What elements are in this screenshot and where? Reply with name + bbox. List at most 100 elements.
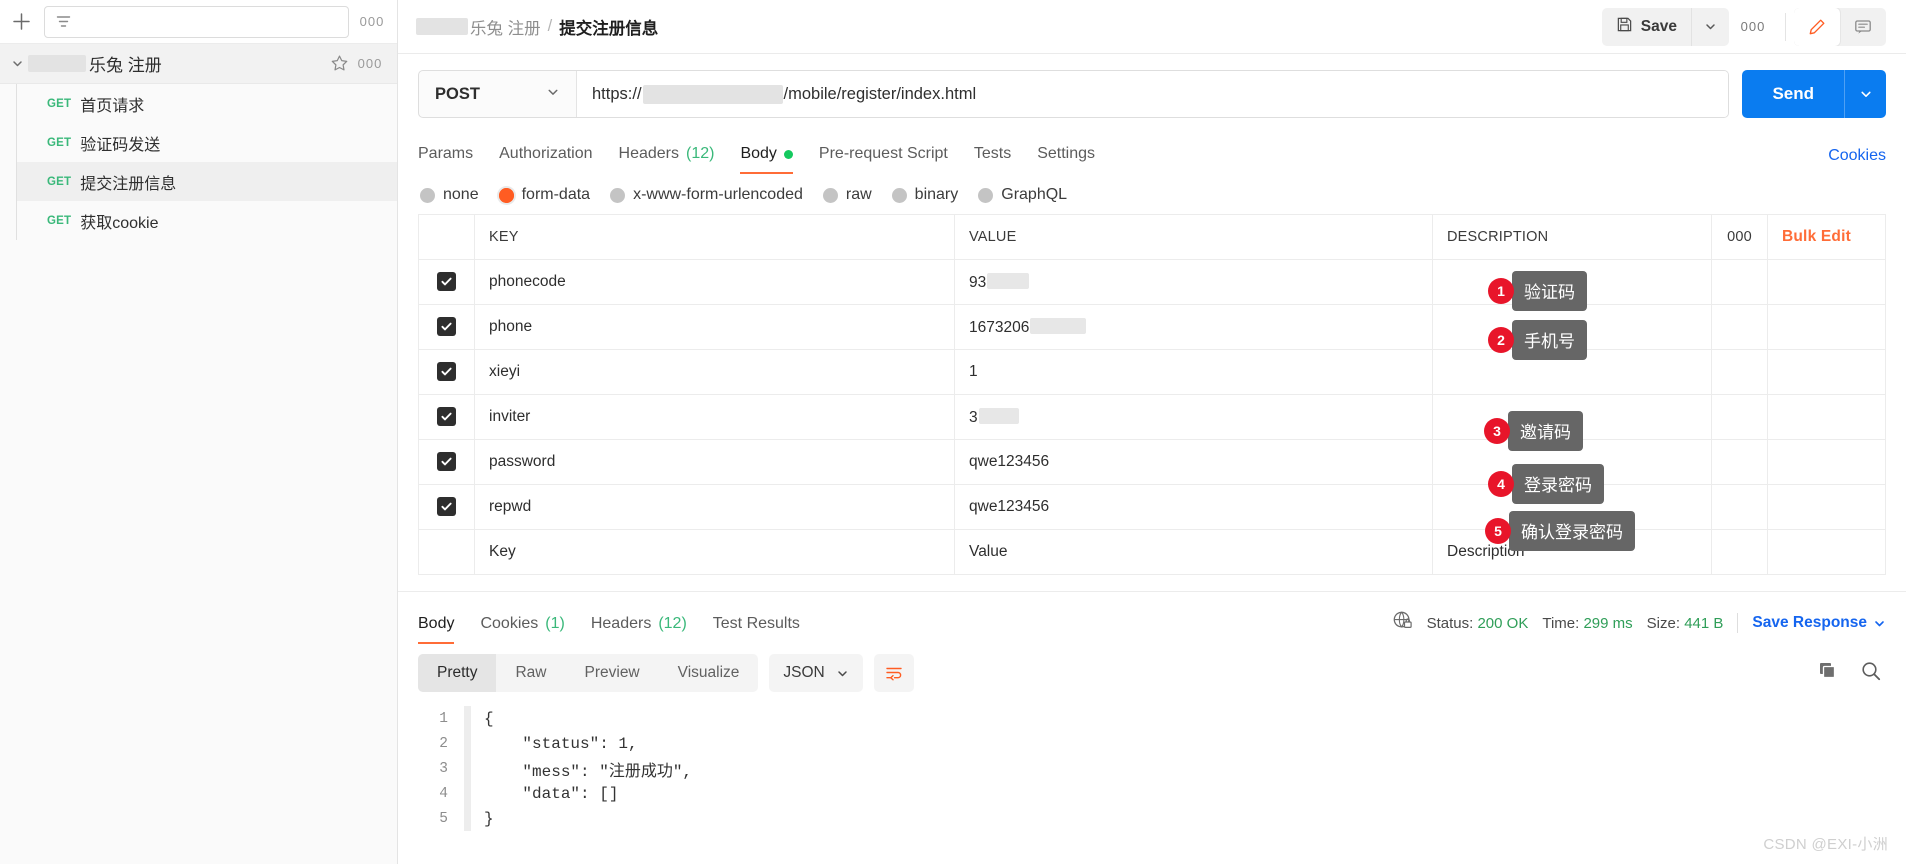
- tab-headers[interactable]: Headers (12): [619, 145, 715, 174]
- method-select[interactable]: POST: [419, 71, 577, 117]
- cookies-link[interactable]: Cookies: [1828, 147, 1886, 174]
- row-description[interactable]: [1432, 349, 1712, 395]
- row-key[interactable]: repwd: [474, 484, 955, 530]
- row-description[interactable]: [1432, 439, 1712, 485]
- row-description[interactable]: [1432, 394, 1712, 440]
- wrap-lines-button[interactable]: [873, 654, 914, 692]
- comment-button[interactable]: [1840, 8, 1886, 46]
- row-description[interactable]: [1432, 304, 1712, 350]
- request-header-bar: 乐兔 注册 / 提交注册信息 Save 000: [398, 0, 1906, 54]
- star-icon[interactable]: [330, 54, 349, 73]
- row-checkbox-cell[interactable]: [418, 529, 475, 575]
- view-mode-pretty[interactable]: Pretty: [418, 654, 497, 692]
- placeholder-description[interactable]: Description: [1432, 529, 1712, 575]
- response-body-code[interactable]: 1 { 2 "status": 1, 3 "mess": "注册成功", 4 "…: [398, 692, 1906, 864]
- row-key[interactable]: password: [474, 439, 955, 485]
- row-value[interactable]: 1: [954, 349, 1433, 395]
- response-tab-body[interactable]: Body: [418, 615, 455, 644]
- row-checkbox-cell[interactable]: [418, 304, 475, 350]
- body-type-label: binary: [914, 186, 959, 203]
- table-more-button[interactable]: 000: [1711, 214, 1768, 260]
- sidebar-request-3[interactable]: GET 获取cookie: [16, 201, 397, 240]
- row-checkbox-cell[interactable]: [418, 394, 475, 440]
- tab-params[interactable]: Params: [418, 145, 473, 174]
- url-input[interactable]: https:// /mobile/register/index.html: [577, 71, 1729, 117]
- tab-pre-request-script[interactable]: Pre-request Script: [819, 145, 948, 174]
- sidebar-filter-input[interactable]: [44, 5, 349, 38]
- sidebar-more-button[interactable]: 000: [355, 5, 389, 39]
- row-value[interactable]: 93: [954, 259, 1433, 305]
- row-checkbox-cell[interactable]: [418, 484, 475, 530]
- code-text: "status": 1,: [484, 734, 638, 753]
- search-icon[interactable]: [1860, 660, 1882, 687]
- format-select[interactable]: JSON: [769, 654, 863, 692]
- table-row[interactable]: inviter 3: [418, 394, 1886, 440]
- row-checkbox-cell[interactable]: [418, 349, 475, 395]
- fold-gutter: [464, 781, 471, 806]
- view-mode-raw[interactable]: Raw: [496, 654, 565, 692]
- response-tab-test-results[interactable]: Test Results: [713, 615, 800, 644]
- collection-header[interactable]: 乐兔 注册 000: [0, 44, 397, 84]
- row-checkbox-cell[interactable]: [418, 259, 475, 305]
- row-key[interactable]: phone: [474, 304, 955, 350]
- table-row[interactable]: repwd qwe123456: [418, 484, 1886, 530]
- row-value[interactable]: qwe123456: [954, 439, 1433, 485]
- checkbox-checked-icon[interactable]: [437, 316, 456, 336]
- table-row[interactable]: xieyi 1: [418, 349, 1886, 395]
- checkbox-checked-icon[interactable]: [437, 451, 456, 471]
- checkbox-checked-icon[interactable]: [437, 496, 456, 516]
- tab-body[interactable]: Body: [740, 145, 793, 174]
- checkbox-checked-icon[interactable]: [437, 361, 456, 381]
- row-key[interactable]: xieyi: [474, 349, 955, 395]
- row-value[interactable]: qwe123456: [954, 484, 1433, 530]
- sidebar-request-2[interactable]: GET 提交注册信息: [16, 162, 397, 201]
- body-type-raw[interactable]: raw: [822, 186, 872, 204]
- body-type-graphql[interactable]: GraphQL: [978, 186, 1067, 204]
- tab-authorization[interactable]: Authorization: [499, 145, 592, 174]
- collection-more-button[interactable]: 000: [353, 47, 387, 81]
- row-value[interactable]: 1673206: [954, 304, 1433, 350]
- body-type-form-data[interactable]: form-data: [498, 186, 590, 204]
- request-more-button[interactable]: 000: [1729, 8, 1777, 46]
- checkbox-checked-icon[interactable]: [437, 406, 456, 426]
- breadcrumb-collection[interactable]: 乐兔 注册: [416, 15, 541, 39]
- time-label: Time: 299 ms: [1542, 615, 1632, 632]
- response-tab-cookies[interactable]: Cookies (1): [480, 615, 564, 644]
- row-checkbox-cell[interactable]: [418, 439, 475, 485]
- add-new-button[interactable]: [4, 5, 38, 39]
- response-tab-headers[interactable]: Headers (12): [591, 615, 687, 644]
- body-type-x-www-form-urlencoded[interactable]: x-www-form-urlencoded: [610, 186, 803, 204]
- send-button[interactable]: Send: [1742, 70, 1844, 118]
- table-row[interactable]: password qwe123456: [418, 439, 1886, 485]
- row-key[interactable]: phonecode: [474, 259, 955, 305]
- tab-settings[interactable]: Settings: [1037, 145, 1095, 174]
- sidebar-request-1[interactable]: GET 验证码发送: [16, 123, 397, 162]
- save-response-button[interactable]: Save Response: [1752, 614, 1886, 632]
- row-key[interactable]: inviter: [474, 394, 955, 440]
- response-tabs-row: Body Cookies (1) Headers (12) Test Resul…: [398, 602, 1906, 644]
- body-type-binary[interactable]: binary: [891, 186, 959, 204]
- body-type-none[interactable]: none: [420, 186, 479, 204]
- checkbox-checked-icon[interactable]: [437, 271, 456, 291]
- view-mode-visualize[interactable]: Visualize: [659, 654, 759, 692]
- table-row[interactable]: phonecode 93: [418, 259, 1886, 305]
- view-mode-preview[interactable]: Preview: [566, 654, 659, 692]
- table-row[interactable]: phone 1673206: [418, 304, 1886, 350]
- placeholder-key[interactable]: Key: [474, 529, 955, 575]
- bulk-edit-button[interactable]: Bulk Edit: [1767, 214, 1886, 260]
- table-placeholder-row[interactable]: Key Value Description: [418, 529, 1886, 575]
- row-description[interactable]: [1432, 484, 1712, 530]
- watermark: CSDN @EXI-小洲: [1763, 836, 1888, 853]
- view-toggle-group: [1794, 7, 1886, 46]
- placeholder-value[interactable]: Value: [954, 529, 1433, 575]
- tab-tests[interactable]: Tests: [974, 145, 1011, 174]
- edit-pencil-button[interactable]: [1794, 7, 1840, 46]
- sidebar-request-0[interactable]: GET 首页请求: [16, 84, 397, 123]
- save-button[interactable]: Save: [1602, 8, 1691, 46]
- save-dropdown-button[interactable]: [1691, 7, 1729, 46]
- row-description[interactable]: [1432, 259, 1712, 305]
- send-dropdown-button[interactable]: [1844, 70, 1886, 118]
- header-description: DESCRIPTION: [1432, 214, 1712, 260]
- row-value[interactable]: 3: [954, 394, 1433, 440]
- copy-icon[interactable]: [1817, 660, 1838, 686]
